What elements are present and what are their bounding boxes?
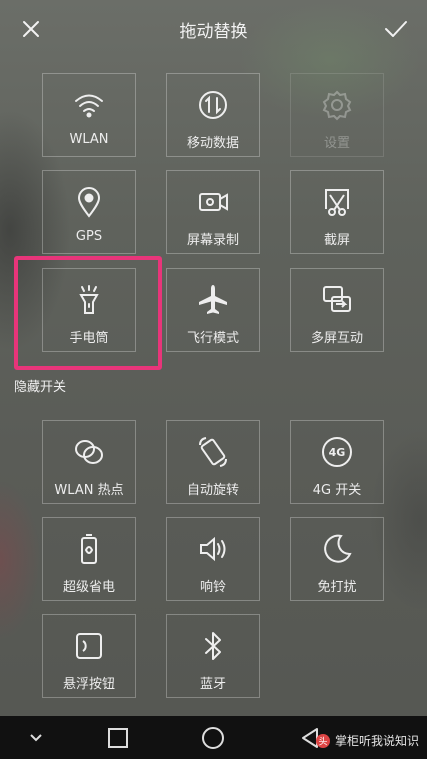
confirm-button[interactable] — [381, 14, 411, 44]
tile-label: 自动旋转 — [186, 483, 239, 498]
tile-label: 屏幕录制 — [186, 233, 239, 248]
tile-label: GPS — [75, 229, 103, 244]
tile-screenshot[interactable]: 截屏 — [290, 170, 384, 254]
hotspot-icon — [72, 435, 106, 469]
screenshot-icon — [320, 185, 354, 219]
tile-label: 设置 — [323, 136, 350, 151]
location-pin-icon — [72, 185, 106, 219]
tile-label: 飞行模式 — [186, 331, 239, 346]
tile-label: 4G 开关 — [312, 483, 362, 498]
tile-label: 悬浮按钮 — [62, 677, 115, 692]
square-icon — [108, 728, 128, 748]
screen-record-icon — [196, 185, 230, 219]
tile-label: WLAN 热点 — [54, 483, 124, 498]
bluetooth-icon — [196, 629, 230, 663]
tile-label: 响铃 — [199, 580, 226, 595]
moon-icon — [320, 532, 354, 566]
page-title: 拖动替换 — [179, 21, 248, 42]
tile-label: 蓝牙 — [199, 677, 226, 692]
multi-screen-icon — [320, 283, 354, 317]
tile-gps[interactable]: GPS — [42, 170, 136, 254]
tile-battery-saver[interactable]: 超级省电 — [42, 517, 136, 601]
tile-bluetooth[interactable]: 蓝牙 — [166, 614, 260, 698]
circle-icon — [202, 727, 224, 749]
nav-hide-button[interactable] — [22, 724, 50, 752]
auto-rotate-icon — [196, 435, 230, 469]
watermark-logo-icon: 头 — [315, 733, 330, 748]
section-label-hidden: 隐藏开关 — [14, 380, 67, 395]
tile-label: 截屏 — [323, 233, 350, 248]
tile-mobile-data[interactable]: 移动数据 — [166, 73, 260, 157]
watermark: 头 掌柜听我说知识 — [315, 732, 419, 749]
checkmark-icon — [385, 21, 407, 37]
gear-icon — [320, 88, 354, 122]
close-icon — [23, 21, 39, 37]
tile-label: 超级省电 — [62, 580, 115, 595]
tile-label: 移动数据 — [186, 136, 239, 151]
4g-icon: 4G — [320, 435, 354, 469]
tile-label: 免打扰 — [317, 580, 357, 595]
tile-hotspot[interactable]: WLAN 热点 — [42, 420, 136, 504]
tile-label: WLAN — [69, 132, 109, 147]
nav-home-button[interactable] — [199, 724, 227, 752]
tile-floating-button[interactable]: 悬浮按钮 — [42, 614, 136, 698]
tile-wlan[interactable]: WLAN — [42, 73, 136, 157]
tile-airplane-mode[interactable]: 飞行模式 — [166, 268, 260, 352]
top-bar: 拖动替换 — [0, 0, 427, 58]
tile-label: 多屏互动 — [310, 331, 363, 346]
close-button[interactable] — [16, 14, 46, 44]
mobile-data-icon — [196, 88, 230, 122]
tile-screen-record[interactable]: 屏幕录制 — [166, 170, 260, 254]
wifi-icon — [72, 88, 106, 122]
chevron-down-icon — [30, 734, 42, 742]
battery-saver-icon — [72, 532, 106, 566]
tile-do-not-disturb[interactable]: 免打扰 — [290, 517, 384, 601]
4g-icon-text: 4G — [328, 445, 346, 459]
tile-auto-rotate[interactable]: 自动旋转 — [166, 420, 260, 504]
tile-multi-screen[interactable]: 多屏互动 — [290, 268, 384, 352]
tile-ringer[interactable]: 响铃 — [166, 517, 260, 601]
floating-button-icon — [72, 629, 106, 663]
tile-settings[interactable]: 设置 — [290, 73, 384, 157]
speaker-icon — [196, 532, 230, 566]
watermark-text: 掌柜听我说知识 — [334, 734, 419, 748]
svg-text:头: 头 — [318, 736, 327, 747]
highlight-frame — [14, 256, 162, 370]
nav-recents-button[interactable] — [104, 724, 132, 752]
tile-4g[interactable]: 4G 4G 开关 — [290, 420, 384, 504]
airplane-icon — [196, 283, 230, 317]
